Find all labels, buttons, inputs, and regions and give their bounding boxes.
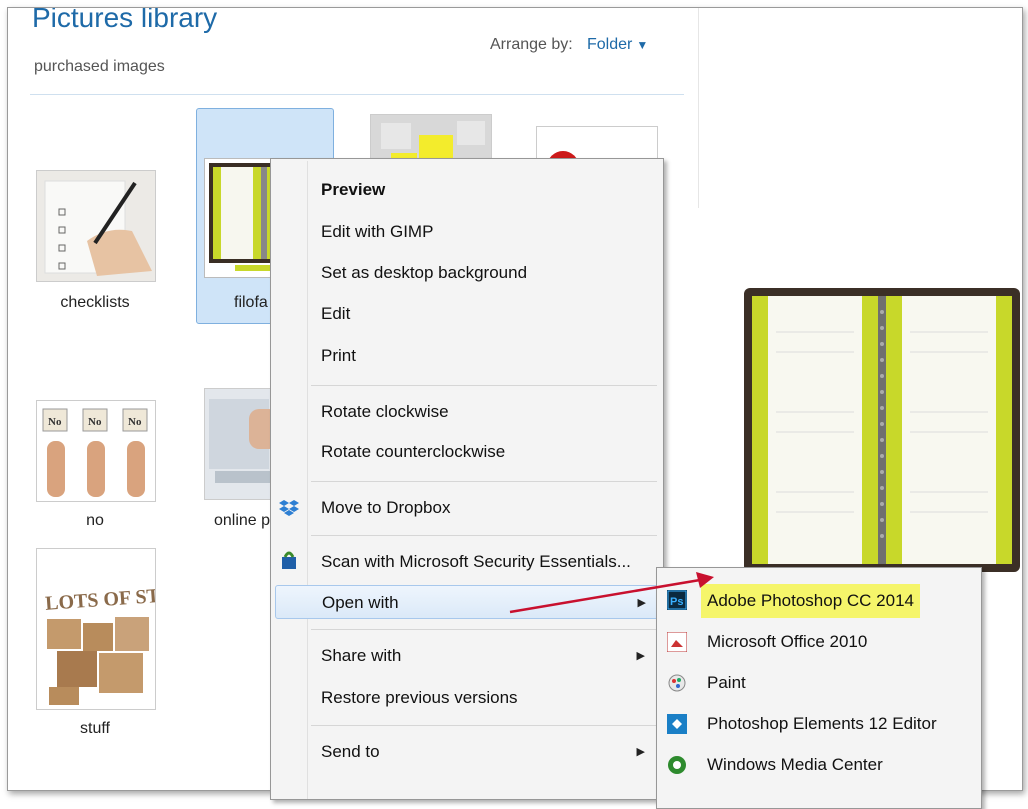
annotation-arrow	[509, 572, 714, 614]
